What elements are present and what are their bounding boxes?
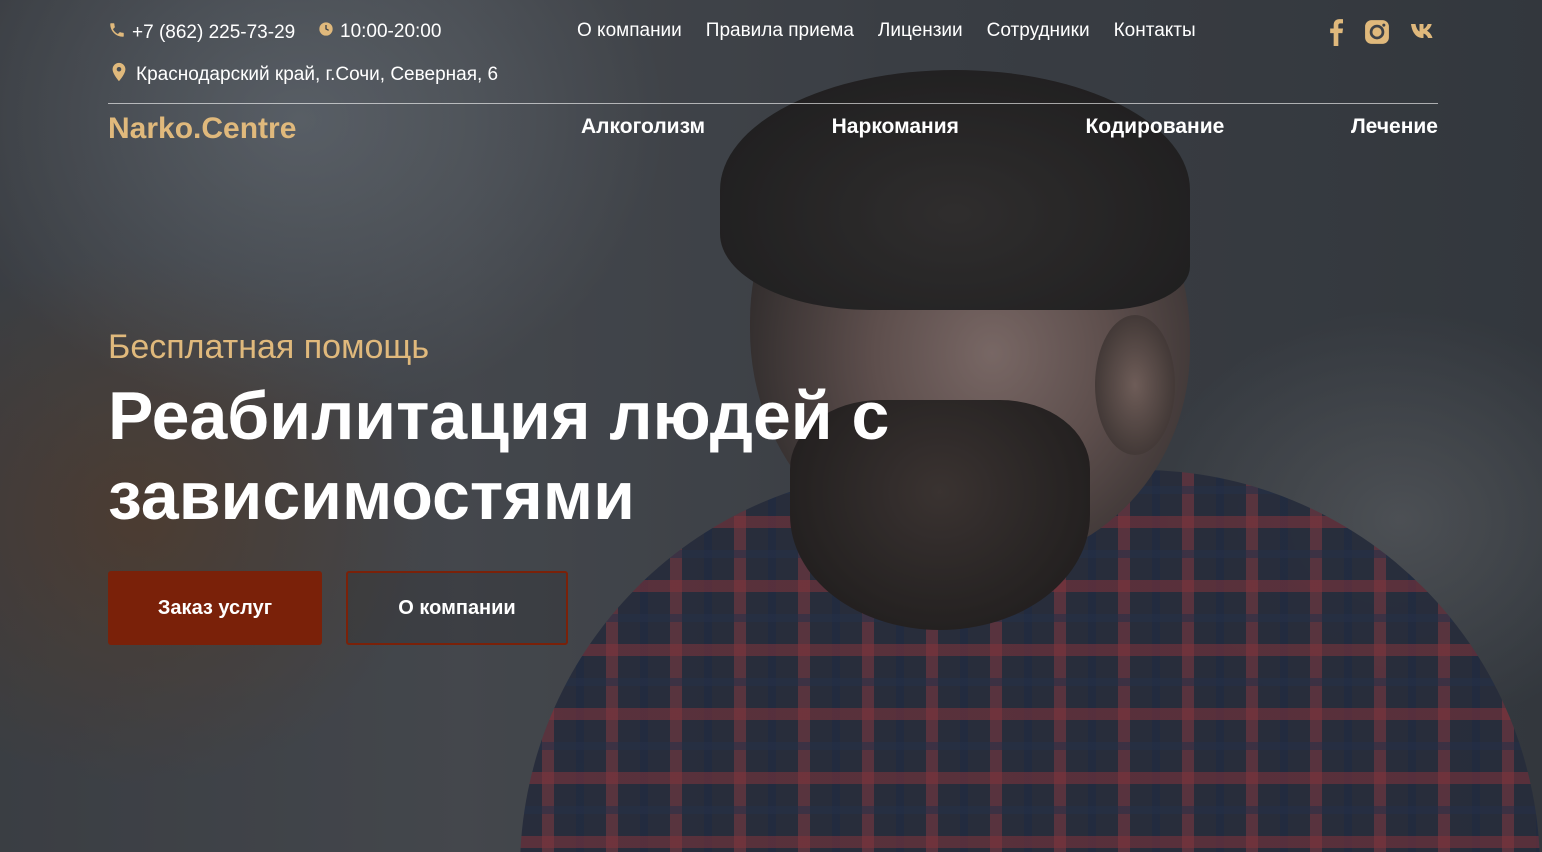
main-navigation: Алкоголизм Наркомания Кодирование Лечени… (581, 115, 1438, 139)
top-nav-rules[interactable]: Правила приема (706, 20, 854, 42)
hours-text: 10:00-20:00 (340, 21, 442, 42)
top-nav-staff[interactable]: Сотрудники (987, 20, 1090, 42)
top-nav-contacts[interactable]: Контакты (1114, 20, 1196, 42)
hero-subtitle: Бесплатная помощь (108, 328, 430, 366)
phone-contact[interactable]: +7 (862) 225-73-29 (108, 21, 295, 45)
address-text: Краснодарский край, г.Сочи, Северная, 6 (136, 64, 499, 85)
top-nav-licenses[interactable]: Лицензии (878, 20, 963, 42)
top-bar: +7 (862) 225-73-29 10:00-20:00 Краснодар… (108, 18, 1438, 103)
top-navigation: О компании Правила приема Лицензии Сотру… (577, 20, 1196, 42)
nav-alcoholism[interactable]: Алкоголизм (581, 115, 705, 139)
phone-number[interactable]: +7 (862) 225-73-29 (132, 22, 295, 44)
about-company-button[interactable]: О компании (346, 571, 568, 645)
facebook-icon[interactable] (1328, 18, 1344, 51)
page-content: +7 (862) 225-73-29 10:00-20:00 Краснодар… (0, 0, 1542, 852)
clock-icon (318, 21, 334, 43)
order-services-button[interactable]: Заказ услуг (108, 571, 322, 645)
instagram-icon[interactable] (1364, 19, 1390, 50)
social-links (1328, 18, 1438, 51)
nav-drug-addiction[interactable]: Наркомания (832, 115, 959, 139)
map-pin-icon (108, 60, 130, 90)
address-contact: Краснодарский край, г.Сочи, Северная, 6 (108, 60, 498, 90)
nav-treatment[interactable]: Лечение (1351, 115, 1438, 139)
top-nav-about[interactable]: О компании (577, 20, 682, 42)
hero-title: Реабилитация людей с зависимостями (108, 378, 890, 534)
vk-icon[interactable] (1410, 22, 1438, 47)
nav-coding[interactable]: Кодирование (1085, 115, 1224, 139)
site-logo[interactable]: Narko.Centre (108, 112, 296, 146)
header-divider (108, 103, 1438, 104)
working-hours: 10:00-20:00 (318, 21, 441, 43)
phone-icon (108, 21, 126, 45)
